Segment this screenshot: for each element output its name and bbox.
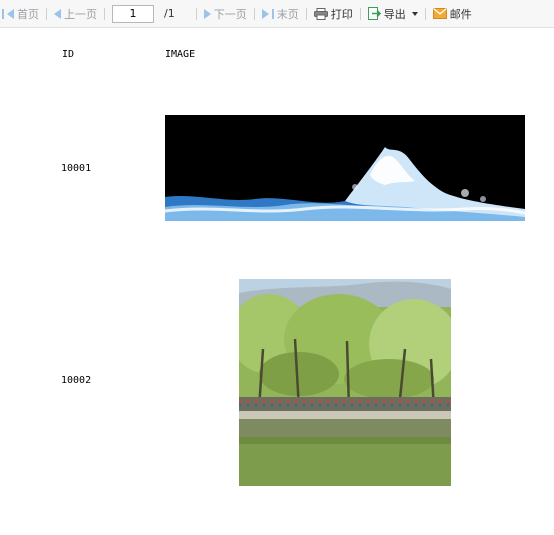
chevron-down-icon (411, 11, 418, 16)
page-number-input[interactable] (112, 4, 154, 23)
last-page-icon (271, 8, 274, 19)
first-page-icon (2, 8, 4, 19)
toolbar-separator (46, 7, 47, 20)
print-label: 打印 (330, 7, 353, 21)
toolbar-separator (104, 7, 105, 20)
last-page-arrow-icon (261, 8, 269, 19)
row-id: 10002 (61, 375, 92, 386)
mail-button[interactable]: 邮件 (432, 6, 472, 22)
prev-page-label: 上一页 (64, 7, 97, 21)
first-page-button[interactable]: 首页 (2, 6, 39, 22)
first-page-arrow-icon (7, 8, 14, 19)
next-page-icon (203, 8, 211, 19)
mail-icon (432, 8, 447, 19)
next-page-label: 下一页 (213, 7, 247, 21)
row-id: 10001 (61, 163, 92, 174)
last-page-button[interactable]: 末页 (261, 6, 299, 22)
export-icon (367, 7, 381, 20)
toolbar-separator (253, 7, 255, 20)
toolbar-separator (424, 7, 426, 20)
export-label: 导出 (383, 7, 406, 21)
ocean-wave-image (165, 115, 525, 221)
printer-icon (313, 7, 328, 20)
toolbar-separator (195, 7, 197, 20)
prev-page-button[interactable]: 上一页 (54, 6, 97, 22)
lake-willow-image (239, 279, 451, 486)
mail-label: 邮件 (449, 7, 472, 21)
last-page-label: 末页 (276, 7, 299, 21)
prev-page-icon (54, 8, 61, 19)
first-page-label: 首页 (17, 7, 39, 21)
column-header-id: ID (62, 49, 75, 60)
page-total: /1 (164, 7, 175, 20)
next-page-button[interactable]: 下一页 (203, 6, 247, 22)
export-button[interactable]: 导出 (367, 6, 418, 22)
column-header-image: IMAGE (165, 49, 196, 60)
print-button[interactable]: 打印 (313, 6, 353, 22)
toolbar-separator (359, 7, 361, 20)
report-toolbar: 首页 上一页 /1 下一页 末页 打印 导出 (0, 0, 554, 28)
toolbar-separator (305, 7, 307, 20)
